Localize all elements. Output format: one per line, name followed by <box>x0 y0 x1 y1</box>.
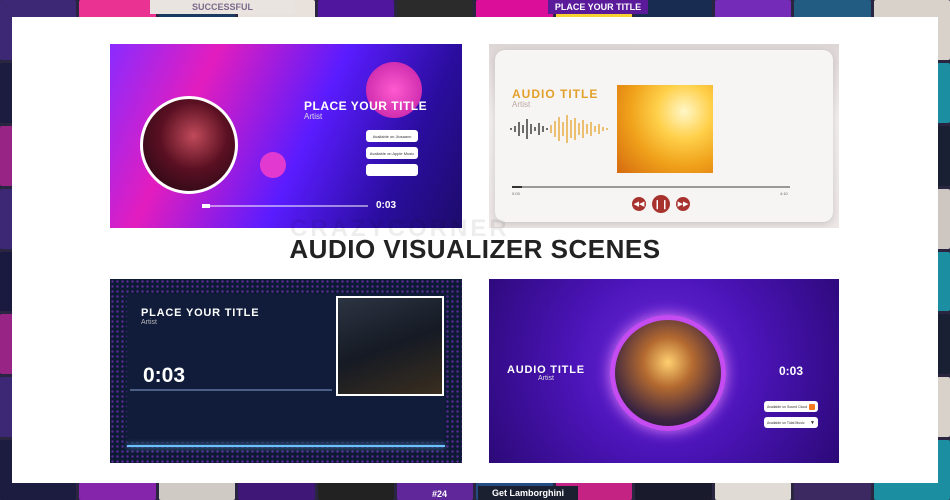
streaming-badge: Available on Jiosaavn <box>366 130 418 142</box>
avatar <box>140 96 238 194</box>
scene-title: PLACE YOUR TITLE <box>141 307 260 319</box>
background-tile-title: PLACE YOUR TITLE <box>548 0 648 14</box>
scene-thumbnail-2[interactable]: AUDIO TITLE Artist 0:03 4:10 ◀◀ ❙❙ ▶▶ <box>489 44 839 228</box>
decorative-circle <box>260 152 286 178</box>
progress-bar <box>202 204 368 208</box>
artist-photo <box>336 296 444 396</box>
rewind-icon[interactable]: ◀◀ <box>632 197 646 211</box>
streaming-badge: Available on Sound Cloud <box>764 401 818 412</box>
pause-icon[interactable]: ❙❙ <box>652 195 670 213</box>
time-display: 0:03 <box>376 200 397 211</box>
waveform-icon <box>510 115 608 143</box>
scene-artist: Artist <box>538 375 554 382</box>
id-label: ID:210044 <box>830 461 904 478</box>
chevron-down-icon: ▼ <box>810 419 815 426</box>
scene-artist: Artist <box>512 100 531 109</box>
time-display: 0:03 <box>779 364 804 378</box>
scene-title: PLACE YOUR TITLE <box>304 99 428 113</box>
scene-thumbnail-3[interactable]: PLACE YOUR TITLE Artist 0:03 <box>110 279 462 463</box>
scene-thumbnail-4[interactable]: AUDIO TITLE Artist 0:03 Available on Sou… <box>489 279 839 463</box>
watermark: CRAZYCORNER <box>290 215 510 242</box>
glow-line <box>127 445 445 447</box>
soundcloud-icon <box>809 403 815 410</box>
scene-thumbnail-1[interactable]: PLACE YOUR TITLE Artist Available on Jio… <box>110 44 462 228</box>
seek-bar[interactable] <box>512 186 790 188</box>
scene-title: AUDIO TITLE <box>512 87 599 101</box>
streaming-badge: Available on Tidal Music ▼ <box>764 417 818 428</box>
badge-label: Available on Sound Cloud <box>767 404 808 409</box>
time-display: 0:03 <box>143 364 186 387</box>
scene-artist: Artist <box>304 112 323 121</box>
scene-artist: Artist <box>141 319 157 326</box>
streaming-badge: Available on Apple Music <box>366 147 418 159</box>
streaming-badge <box>366 164 418 176</box>
time-total: 4:10 <box>780 191 788 196</box>
time-elapsed: 0:03 <box>512 191 520 196</box>
artist-ring-photo <box>610 315 726 431</box>
forward-icon[interactable]: ▶▶ <box>676 197 690 211</box>
album-art <box>617 85 713 173</box>
badge-label: Available on Tidal Music <box>767 420 805 425</box>
background-tile-successful: SUCCESSFUL <box>150 0 295 14</box>
progress-bar <box>130 389 332 391</box>
background-tile-lamborghini: Get Lamborghini <box>478 486 578 500</box>
background-tile-number: #24 <box>432 489 448 499</box>
